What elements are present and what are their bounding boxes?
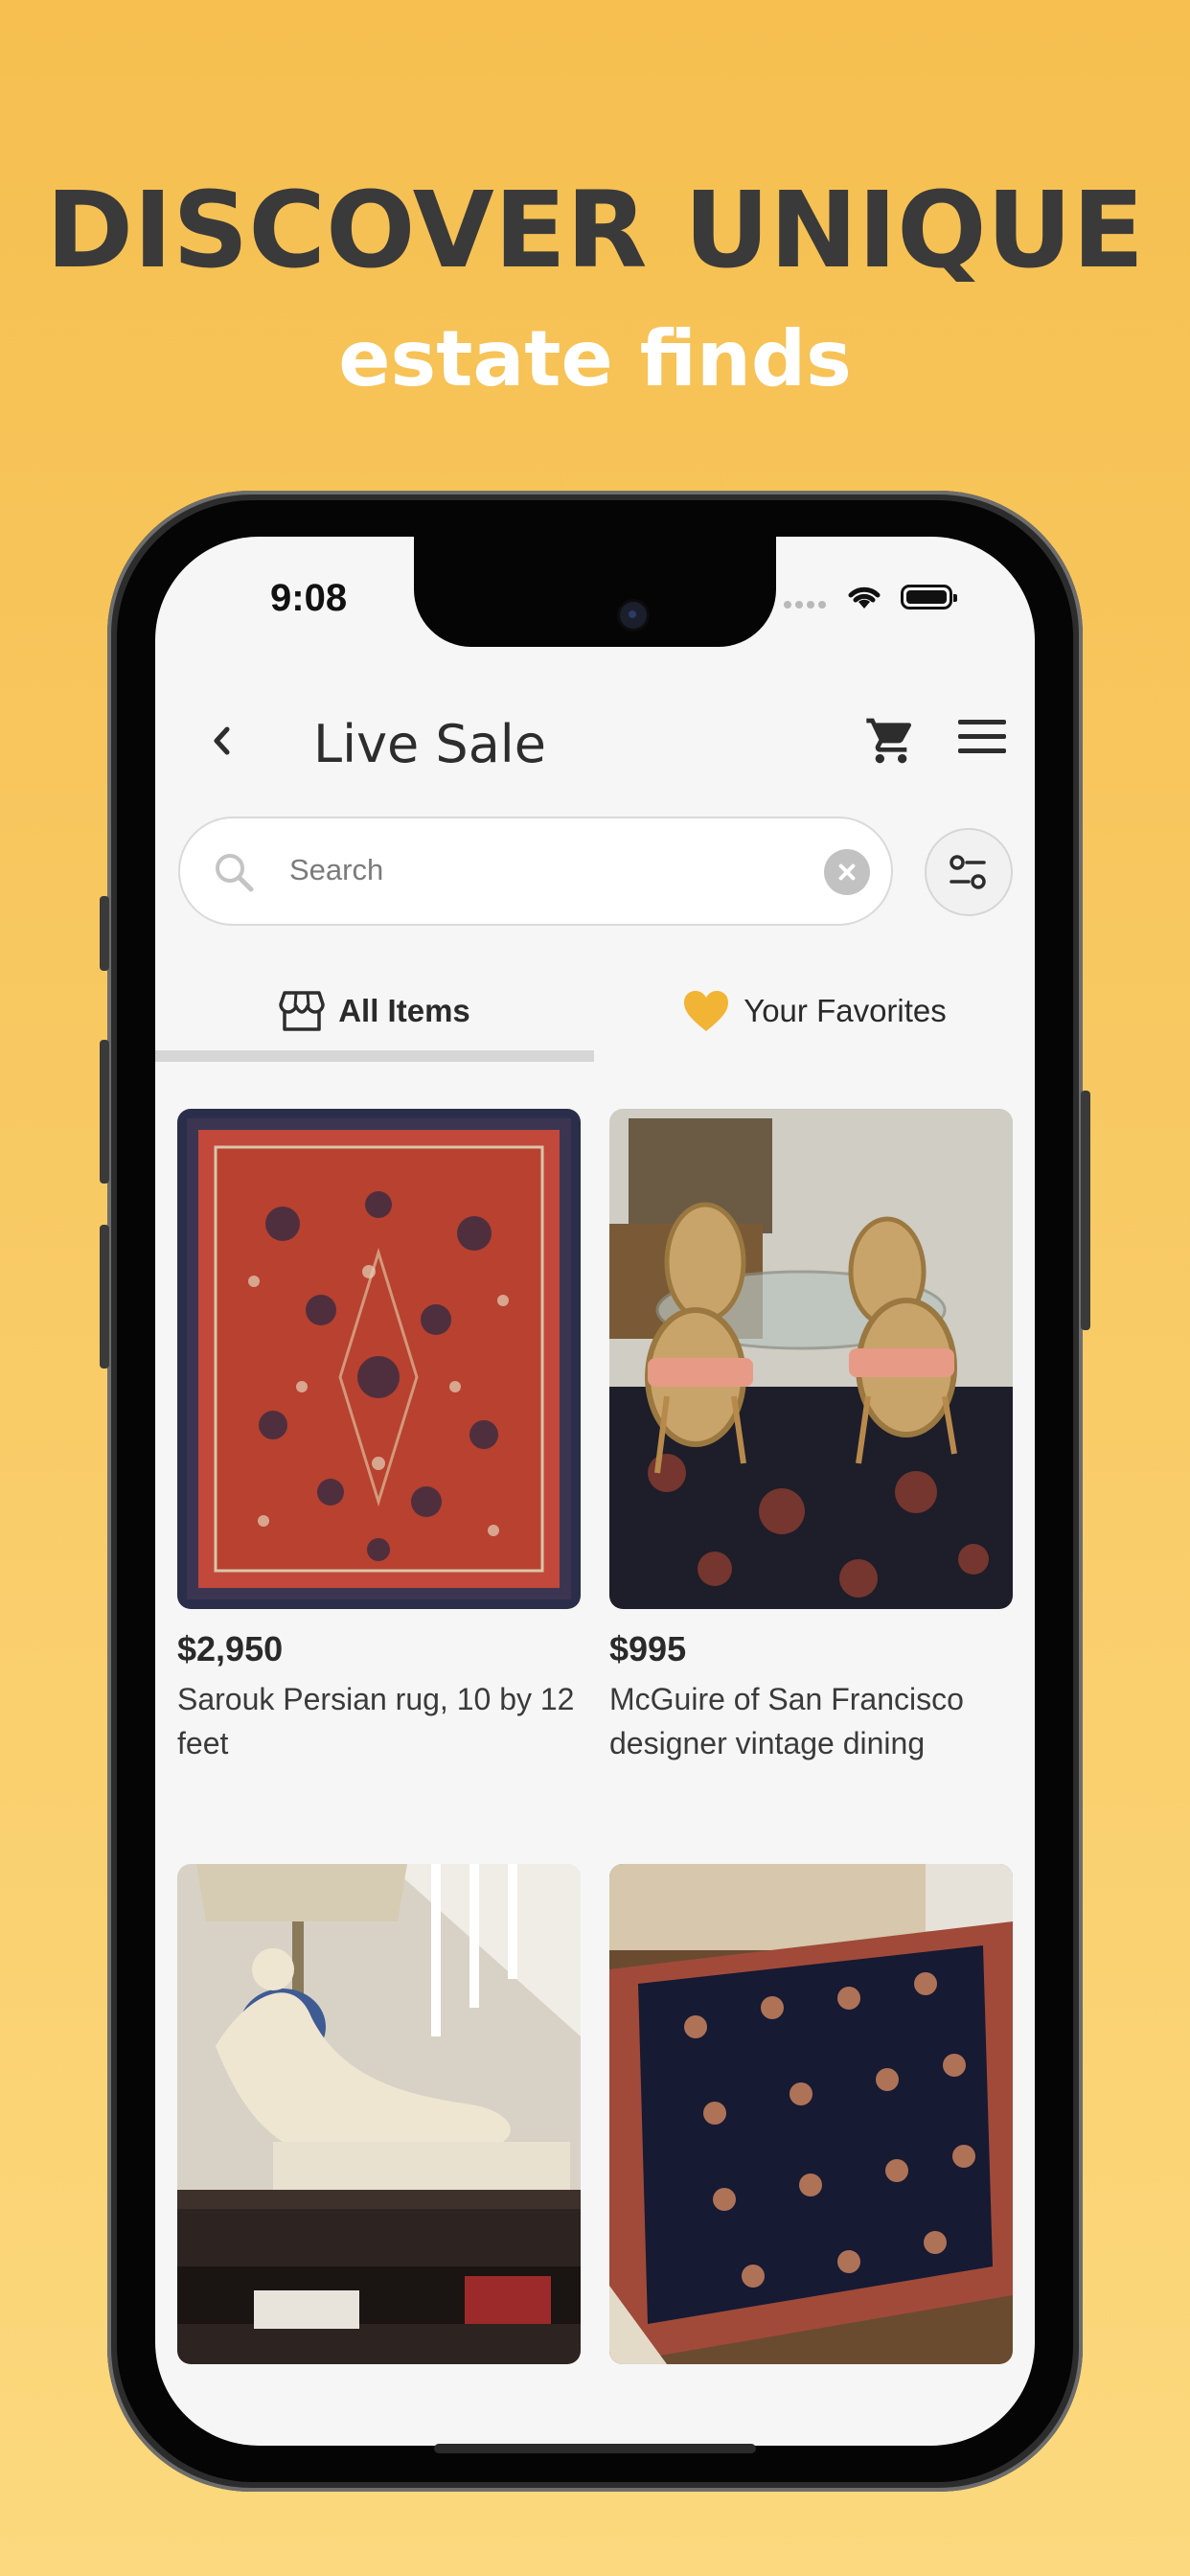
- tab-your-favorites[interactable]: Your Favorites: [594, 958, 1035, 1064]
- power-button: [1081, 1091, 1090, 1330]
- promo-headline: DISCOVER UNIQUE: [45, 169, 1145, 291]
- product-title: McGuire of San Francisco designer vintag…: [609, 1682, 964, 1760]
- status-icons: [784, 585, 966, 613]
- hamburger-menu-button[interactable]: [958, 720, 1006, 768]
- search-placeholder: Search: [289, 853, 384, 886]
- home-indicator: [434, 2444, 756, 2453]
- promo-subline: estate finds: [338, 314, 852, 403]
- product-price: $2,950: [177, 1629, 284, 1668]
- phone-screen: 9:08 Live Sale Search All Items Your Fav…: [155, 537, 1035, 2446]
- signal-dots-icon: [784, 596, 830, 613]
- product-image-navy-rug: [609, 1864, 1013, 2364]
- product-title: Sarouk Persian rug, 10 by 12 feet: [177, 1682, 575, 1760]
- chevron-left-icon: [214, 726, 230, 755]
- notch: [414, 537, 776, 647]
- status-time: 9:08: [270, 577, 348, 619]
- page-title: Live Sale: [313, 714, 547, 774]
- product-image-rug: [177, 1109, 581, 1609]
- search-icon: [216, 854, 254, 892]
- cart-button[interactable]: [864, 714, 922, 771]
- product-image-statue: [177, 1864, 581, 2364]
- clear-search-button[interactable]: [824, 849, 870, 895]
- cart-icon: [866, 718, 912, 764]
- hamburger-menu-icon: [958, 720, 1006, 724]
- tab-label: Your Favorites: [744, 993, 947, 1028]
- battery-icon: [901, 585, 957, 610]
- volume-down-button: [100, 1225, 109, 1368]
- front-camera: [620, 602, 647, 629]
- tab-selected-indicator: [155, 1050, 594, 1062]
- volume-up-button: [100, 1040, 109, 1184]
- tab-label: All Items: [338, 993, 470, 1028]
- tab-all-items[interactable]: All Items: [155, 958, 594, 1064]
- product-image-dining-set: [609, 1109, 1013, 1609]
- mute-switch: [100, 896, 109, 971]
- heart-icon: [684, 991, 729, 1031]
- filter-button[interactable]: [925, 828, 1013, 916]
- storefront-icon: [279, 991, 325, 1031]
- sliders-icon: [950, 855, 986, 889]
- product-price: $995: [609, 1629, 687, 1668]
- wifi-icon: [848, 586, 881, 609]
- search-input[interactable]: Search: [178, 816, 893, 926]
- nav-bar: Live Sale: [155, 695, 1035, 791]
- back-button[interactable]: [194, 712, 251, 770]
